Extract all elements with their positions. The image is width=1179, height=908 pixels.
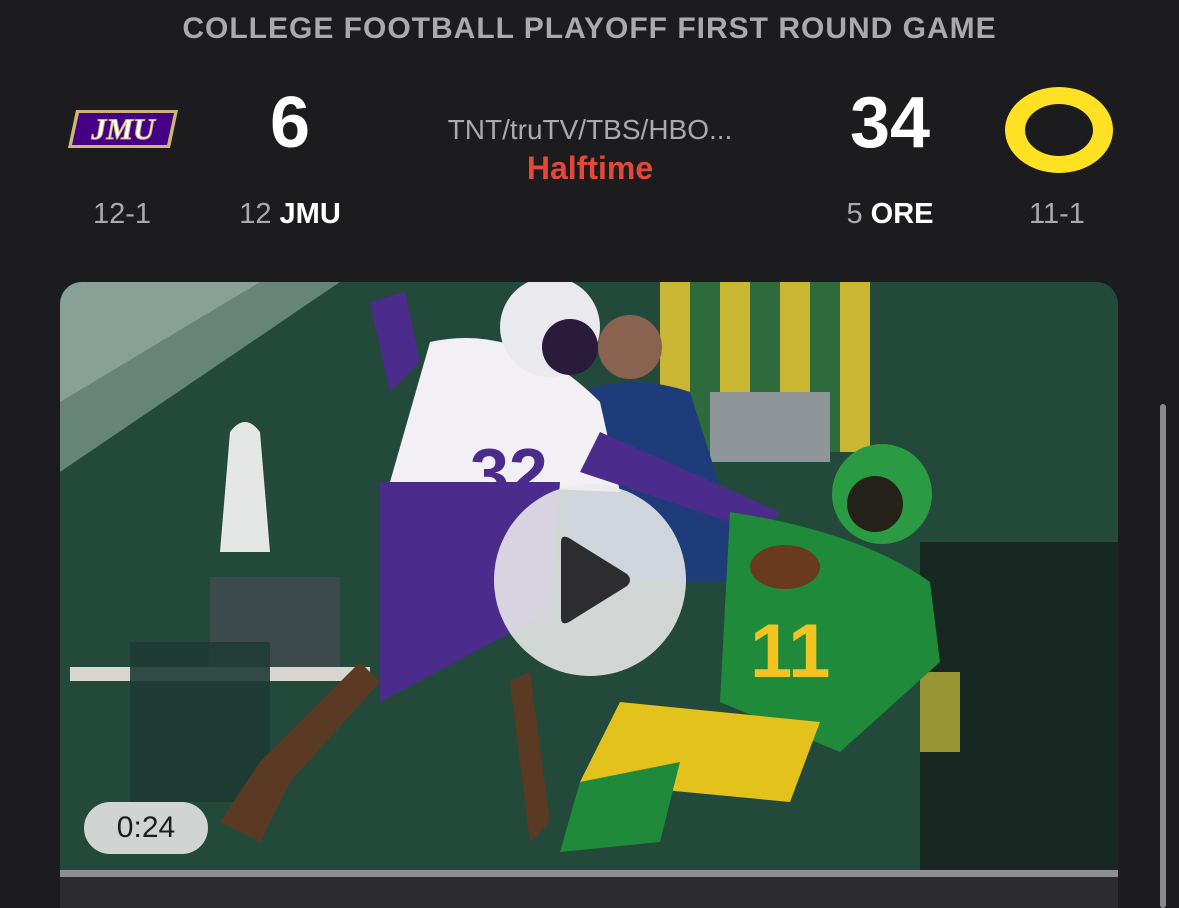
- broadcast-networks: TNT/truTV/TBS/HBO...: [447, 114, 733, 145]
- home-team-line[interactable]: 5 ORE: [810, 198, 970, 231]
- away-abbr: JMU: [279, 198, 341, 230]
- page-title: COLLEGE FOOTBALL PLAYOFF FIRST ROUND GAM…: [182, 12, 997, 45]
- away-rank: 12: [239, 198, 272, 230]
- home-rank: 5: [846, 198, 863, 230]
- video-card-footer: [60, 877, 1118, 908]
- home-score: 34: [849, 83, 931, 163]
- play-button[interactable]: [494, 484, 686, 676]
- svg-text:11: 11: [750, 609, 830, 694]
- game-status: Halftime: [526, 150, 654, 186]
- home-abbr: ORE: [870, 198, 934, 230]
- game-page: COLLEGE FOOTBALL PLAYOFF FIRST ROUND GAM…: [0, 0, 1179, 908]
- jmu-logo-icon[interactable]: JMU: [66, 108, 180, 150]
- oregon-logo-icon[interactable]: [1000, 82, 1118, 178]
- vertical-scrollbar[interactable]: [1160, 404, 1166, 908]
- video-card[interactable]: 32 11 0:24: [60, 282, 1118, 908]
- away-score: 6: [269, 83, 311, 163]
- play-icon: [561, 536, 630, 624]
- jmu-logo-text: JMU: [90, 113, 156, 146]
- video-progress-track[interactable]: [60, 870, 1118, 877]
- home-record: 11-1: [1029, 198, 1085, 230]
- video-duration-badge: 0:24: [84, 802, 208, 854]
- away-record: 12-1: [92, 198, 152, 230]
- away-team-line[interactable]: 12 JMU: [210, 198, 370, 231]
